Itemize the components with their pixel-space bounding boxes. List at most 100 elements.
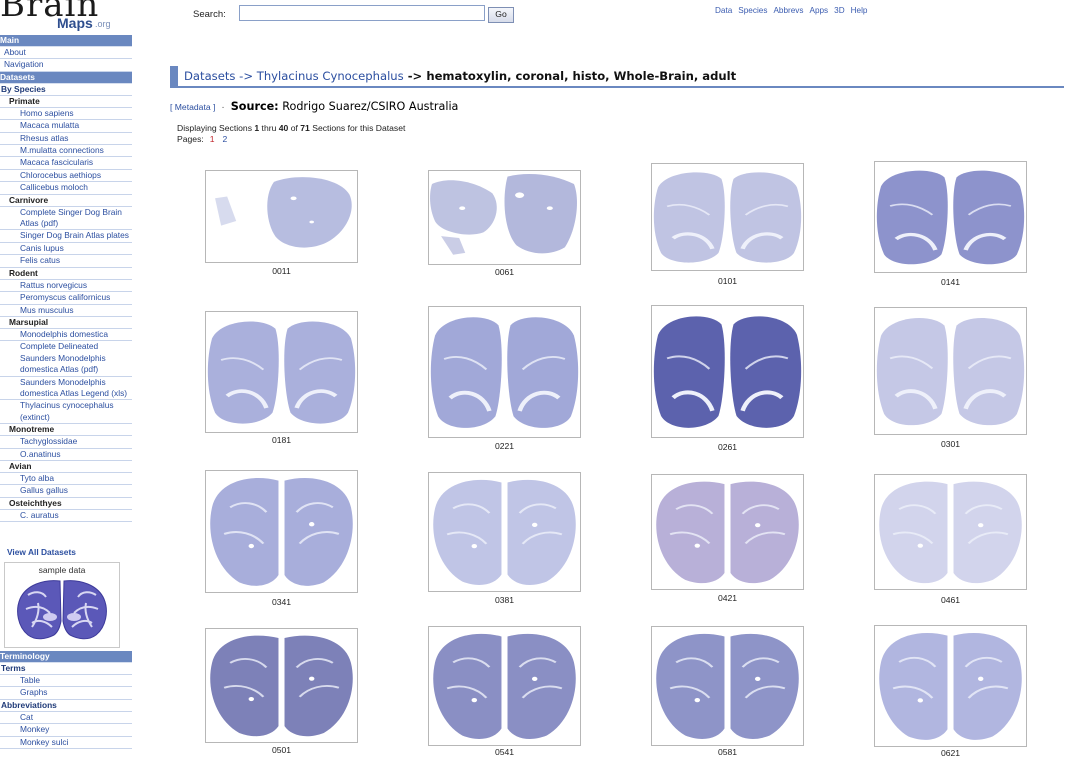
section-image[interactable] [652, 475, 803, 589]
section-label[interactable]: 0141 [911, 277, 991, 287]
nav-species-link[interactable]: Thylacinus cynocephalus (extinct) [0, 400, 132, 425]
nav-item-main[interactable]: About [0, 47, 132, 60]
section-thumbnail[interactable] [428, 626, 581, 746]
nav-species-link[interactable]: Felis catus [0, 255, 132, 268]
nav-species-link[interactable]: Rhesus atlas [0, 133, 132, 146]
brainmaps-logo[interactable]: Brain Maps .org [0, 0, 132, 34]
section-image[interactable] [875, 162, 1026, 272]
section-image[interactable] [875, 308, 1026, 434]
nav-species-link[interactable]: Peromyscus californicus [0, 292, 132, 305]
nav-species-link[interactable]: Complete Singer Dog Brain Atlas (pdf) [0, 207, 132, 231]
nav-species-link[interactable]: Saunders Monodelphis domestica Atlas Leg… [0, 377, 132, 401]
top-nav-link-help[interactable]: Help [851, 6, 868, 15]
nav-species-link[interactable]: Macaca mulatta [0, 120, 132, 133]
section-thumbnail[interactable] [651, 626, 804, 746]
section-thumbnail[interactable] [874, 474, 1027, 590]
page-2-link[interactable]: 2 [223, 134, 228, 144]
section-label[interactable]: 0461 [911, 595, 991, 605]
nav-header-datasets[interactable]: Datasets [0, 71, 132, 84]
section-thumbnail[interactable] [428, 306, 581, 438]
section-label[interactable]: 0221 [465, 441, 545, 451]
section-image[interactable] [429, 171, 580, 264]
section-label[interactable]: 0421 [688, 593, 768, 603]
nav-by-species[interactable]: By Species [0, 84, 132, 96]
section-image[interactable] [429, 627, 580, 745]
nav-header-main[interactable]: Main [0, 35, 132, 47]
metadata-link[interactable]: [ Metadata ] [170, 102, 215, 112]
section-label[interactable]: 0381 [465, 595, 545, 605]
section-image[interactable] [429, 307, 580, 437]
nav-species-link[interactable]: C. auratus [0, 510, 132, 523]
top-nav-link-data[interactable]: Data [715, 6, 732, 15]
nav-species-link[interactable]: Mus musculus [0, 305, 132, 317]
section-thumbnail[interactable] [651, 163, 804, 271]
sidebar: Brain Maps .org Main About Navigation Datas… [0, 0, 132, 750]
nav-species-link[interactable]: Chlorocebus aethiops [0, 170, 132, 183]
section-label[interactable]: 0181 [242, 435, 322, 445]
nav-abbrev-link[interactable]: Monkey [0, 724, 132, 737]
view-all-datasets-link[interactable]: View All Datasets [7, 547, 76, 557]
nav-species-link[interactable]: Tyto alba [0, 473, 132, 486]
section-thumbnail[interactable] [874, 161, 1027, 273]
section-image[interactable] [206, 471, 357, 592]
section-thumbnail[interactable] [874, 307, 1027, 435]
section-thumbnail[interactable] [428, 472, 581, 592]
sample-brain-image[interactable] [14, 577, 110, 643]
nav-item-main[interactable]: Navigation [0, 59, 132, 72]
section-label[interactable]: 0301 [911, 439, 991, 449]
section-image[interactable] [206, 171, 357, 262]
section-thumbnail[interactable] [651, 305, 804, 438]
section-label[interactable]: 0541 [465, 747, 545, 757]
section-label[interactable]: 0501 [242, 745, 322, 755]
section-image[interactable] [875, 626, 1026, 746]
nav-species-link[interactable]: Homo sapiens [0, 108, 132, 121]
nav-abbreviations[interactable]: Abbreviations [0, 700, 132, 712]
section-image[interactable] [206, 312, 357, 432]
section-label[interactable]: 0261 [688, 442, 768, 452]
nav-species-link[interactable]: Singer Dog Brain Atlas plates [0, 230, 132, 243]
section-image[interactable] [652, 306, 803, 437]
search-input[interactable] [239, 5, 485, 21]
section-image[interactable] [206, 629, 357, 742]
top-nav-link-species[interactable]: Species [738, 6, 767, 15]
section-thumbnail[interactable] [428, 170, 581, 265]
section-thumbnail[interactable] [205, 170, 358, 263]
nav-species-link[interactable]: M.mulatta connections [0, 145, 132, 158]
section-image[interactable] [875, 475, 1026, 589]
breadcrumb-datasets-link[interactable]: Datasets [184, 69, 235, 83]
section-thumbnail[interactable] [205, 470, 358, 593]
section-label[interactable]: 0341 [242, 597, 322, 607]
top-nav-link-apps[interactable]: Apps [809, 6, 828, 15]
go-button[interactable]: Go [488, 7, 514, 23]
nav-species-link[interactable]: O.anatinus [0, 449, 132, 461]
nav-species-link[interactable]: Callicebus moloch [0, 182, 132, 195]
section-image[interactable] [652, 627, 803, 745]
nav-species-link[interactable]: Complete Delineated Saunders Monodelphis… [0, 341, 132, 377]
section-image[interactable] [429, 473, 580, 591]
nav-abbrev-link[interactable]: Monkey sulci [0, 737, 132, 750]
nav-species-link[interactable]: Rattus norvegicus [0, 280, 132, 293]
section-thumbnail[interactable] [651, 474, 804, 590]
section-thumbnail[interactable] [205, 311, 358, 433]
section-label[interactable]: 0101 [688, 276, 768, 286]
top-nav-link-abbrevs[interactable]: Abbrevs [773, 6, 803, 15]
nav-species-link[interactable]: Monodelphis domestica [0, 329, 132, 342]
nav-species-link[interactable]: Tachyglossidae [0, 436, 132, 449]
nav-abbrev-link[interactable]: Cat [0, 712, 132, 725]
breadcrumb-species-link[interactable]: Thylacinus Cynocephalus [257, 69, 404, 83]
section-thumbnail[interactable] [205, 628, 358, 743]
nav-terms[interactable]: Terms [0, 663, 132, 675]
section-label[interactable]: 0061 [465, 267, 545, 277]
top-nav-link-3d[interactable]: 3D [834, 6, 844, 15]
nav-header-terminology[interactable]: Terminology [0, 651, 132, 663]
section-label[interactable]: 0011 [242, 266, 322, 276]
nav-terms-link[interactable]: Table [0, 675, 132, 688]
section-image[interactable] [652, 164, 803, 270]
nav-species-link[interactable]: Macaca fascicularis [0, 157, 132, 170]
nav-species-link[interactable]: Gallus gallus [0, 485, 132, 498]
sample-data-box[interactable]: sample data [4, 562, 120, 648]
nav-terms-link[interactable]: Graphs [0, 687, 132, 700]
nav-species-link[interactable]: Canis lupus [0, 243, 132, 256]
section-label[interactable]: 0581 [688, 747, 768, 757]
section-thumbnail[interactable] [874, 625, 1027, 747]
